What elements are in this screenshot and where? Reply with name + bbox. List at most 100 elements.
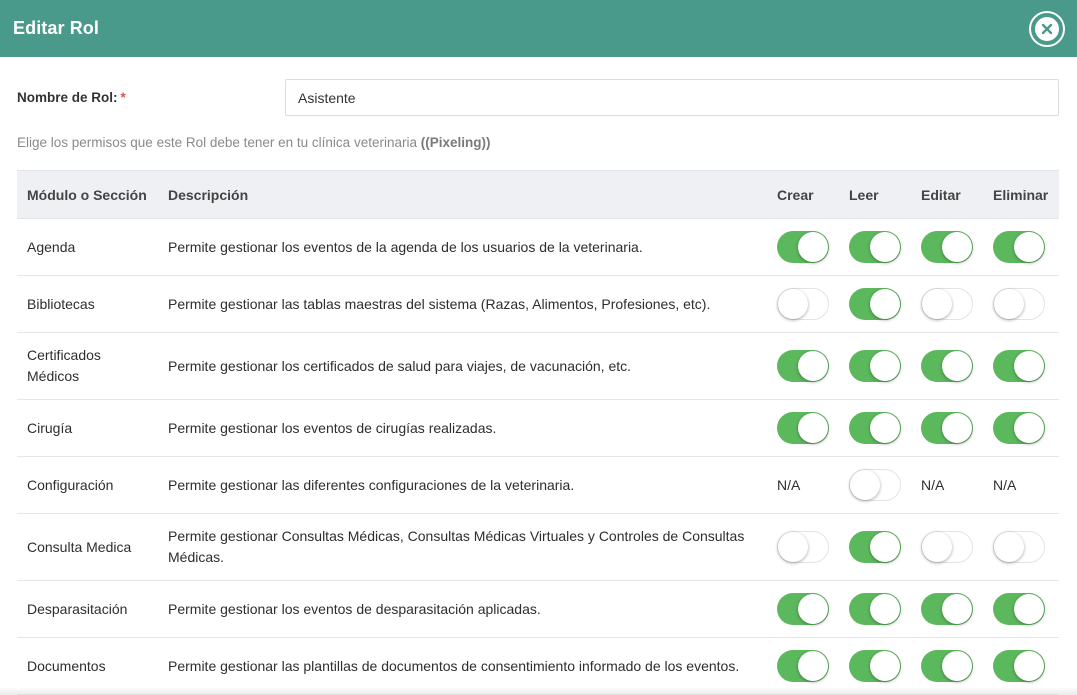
toggle-knob: [942, 351, 972, 381]
edit-permission-toggle[interactable]: [921, 650, 973, 682]
module-name: Desparasitación: [17, 580, 158, 638]
module-name: Configuración: [17, 456, 158, 514]
permission-cell-edit: [911, 399, 983, 457]
modal-title: Editar Rol: [13, 18, 100, 38]
clinic-name: ((Pixeling)): [420, 135, 491, 150]
permission-cell-delete: [983, 275, 1059, 333]
delete-permission-toggle[interactable]: [993, 650, 1045, 682]
permission-cell-edit: [911, 513, 983, 581]
read-permission-toggle[interactable]: [849, 469, 901, 501]
close-icon: [1035, 16, 1059, 41]
module-name: Agenda: [17, 218, 158, 276]
permissions-table: Módulo o Sección Descripción Crear Leer …: [17, 170, 1059, 695]
permission-cell-create: [767, 399, 839, 457]
role-name-label: Nombre de Rol: *: [17, 90, 126, 105]
delete-permission-toggle[interactable]: [993, 531, 1045, 563]
header-description: Descripción: [158, 170, 767, 219]
permission-cell-read: [839, 580, 911, 638]
module-description: Permite gestionar los eventos de despara…: [158, 580, 767, 638]
create-permission-toggle[interactable]: [777, 412, 829, 444]
not-applicable-label: N/A: [777, 476, 801, 493]
delete-permission-toggle[interactable]: [993, 288, 1045, 320]
read-permission-toggle[interactable]: [849, 231, 901, 263]
delete-permission-toggle[interactable]: [993, 231, 1045, 263]
read-permission-toggle[interactable]: [849, 593, 901, 625]
read-permission-toggle[interactable]: [849, 412, 901, 444]
create-permission-toggle[interactable]: [777, 288, 829, 320]
edit-permission-toggle[interactable]: [921, 231, 973, 263]
toggle-knob: [1014, 232, 1044, 262]
header-edit: Editar: [911, 170, 983, 219]
table-header-row: Módulo o Sección Descripción Crear Leer …: [17, 170, 1059, 219]
permission-cell-create: [767, 332, 839, 400]
permission-cell-edit: [911, 332, 983, 400]
create-permission-toggle[interactable]: [777, 593, 829, 625]
edit-permission-toggle[interactable]: [921, 288, 973, 320]
permission-cell-read: [839, 637, 911, 695]
read-permission-toggle[interactable]: [849, 531, 901, 563]
edit-permission-toggle[interactable]: [921, 531, 973, 563]
toggle-knob: [798, 651, 828, 681]
delete-permission-toggle[interactable]: [993, 412, 1045, 444]
toggle-knob: [942, 413, 972, 443]
edit-permission-toggle[interactable]: [921, 593, 973, 625]
permission-cell-create: [767, 513, 839, 581]
permission-cell-read: [839, 456, 911, 514]
read-permission-toggle[interactable]: [849, 288, 901, 320]
toggle-knob: [1014, 651, 1044, 681]
module-description: Permite gestionar las tablas maestras de…: [158, 275, 767, 333]
toggle-knob: [942, 651, 972, 681]
header-module: Módulo o Sección: [17, 170, 158, 219]
toggle-knob: [798, 351, 828, 381]
module-name: Bibliotecas: [17, 275, 158, 333]
permission-cell-create: [767, 275, 839, 333]
modal-header: Editar Rol: [0, 0, 1077, 57]
toggle-knob: [922, 532, 952, 562]
table-row: Configuración Permite gestionar las difer…: [17, 456, 1059, 514]
module-name: Certificados Médicos: [17, 332, 158, 400]
toggle-knob: [798, 232, 828, 262]
permission-cell-read: [839, 513, 911, 581]
table-row: Documentos Permite gestionar las plantill…: [17, 637, 1059, 695]
role-name-input[interactable]: [285, 79, 1059, 116]
toggle-knob: [850, 470, 880, 500]
permissions-hint: Elige los permisos que este Rol debe ten…: [17, 135, 491, 150]
not-applicable-label: N/A: [921, 476, 945, 493]
create-permission-toggle[interactable]: [777, 231, 829, 263]
read-permission-toggle[interactable]: [849, 650, 901, 682]
edit-permission-toggle[interactable]: [921, 412, 973, 444]
toggle-knob: [1014, 351, 1044, 381]
close-button[interactable]: [1029, 10, 1065, 47]
table-row: Consulta Medica Permite gestionar Consult…: [17, 513, 1059, 581]
delete-permission-toggle[interactable]: [993, 350, 1045, 382]
module-name: Documentos: [17, 637, 158, 695]
edit-permission-toggle[interactable]: [921, 350, 973, 382]
read-permission-toggle[interactable]: [849, 350, 901, 382]
create-permission-toggle[interactable]: [777, 350, 829, 382]
role-name-row: Nombre de Rol: *: [17, 79, 1059, 116]
create-permission-toggle[interactable]: [777, 650, 829, 682]
toggle-knob: [798, 413, 828, 443]
toggle-knob: [870, 532, 900, 562]
module-name: Consulta Medica: [17, 513, 158, 581]
delete-permission-toggle[interactable]: [993, 593, 1045, 625]
table-row: Desparasitación Permite gestionar los eve…: [17, 580, 1059, 638]
permission-cell-create: [767, 580, 839, 638]
toggle-knob: [870, 651, 900, 681]
header-read: Leer: [839, 170, 911, 219]
permission-cell-delete: [983, 637, 1059, 695]
permission-cell-delete: [983, 399, 1059, 457]
permission-cell-create: N/A: [767, 456, 839, 514]
module-name: Cirugía: [17, 399, 158, 457]
module-description: Permite gestionar los eventos de la agen…: [158, 218, 767, 276]
permission-cell-create: [767, 218, 839, 276]
toggle-knob: [870, 594, 900, 624]
required-mark: *: [120, 90, 126, 105]
toggle-knob: [942, 232, 972, 262]
toggle-knob: [778, 289, 808, 319]
create-permission-toggle[interactable]: [777, 531, 829, 563]
permission-cell-delete: N/A: [983, 456, 1059, 514]
toggle-knob: [1014, 594, 1044, 624]
toggle-knob: [870, 413, 900, 443]
table-row: Bibliotecas Permite gestionar las tablas …: [17, 275, 1059, 333]
